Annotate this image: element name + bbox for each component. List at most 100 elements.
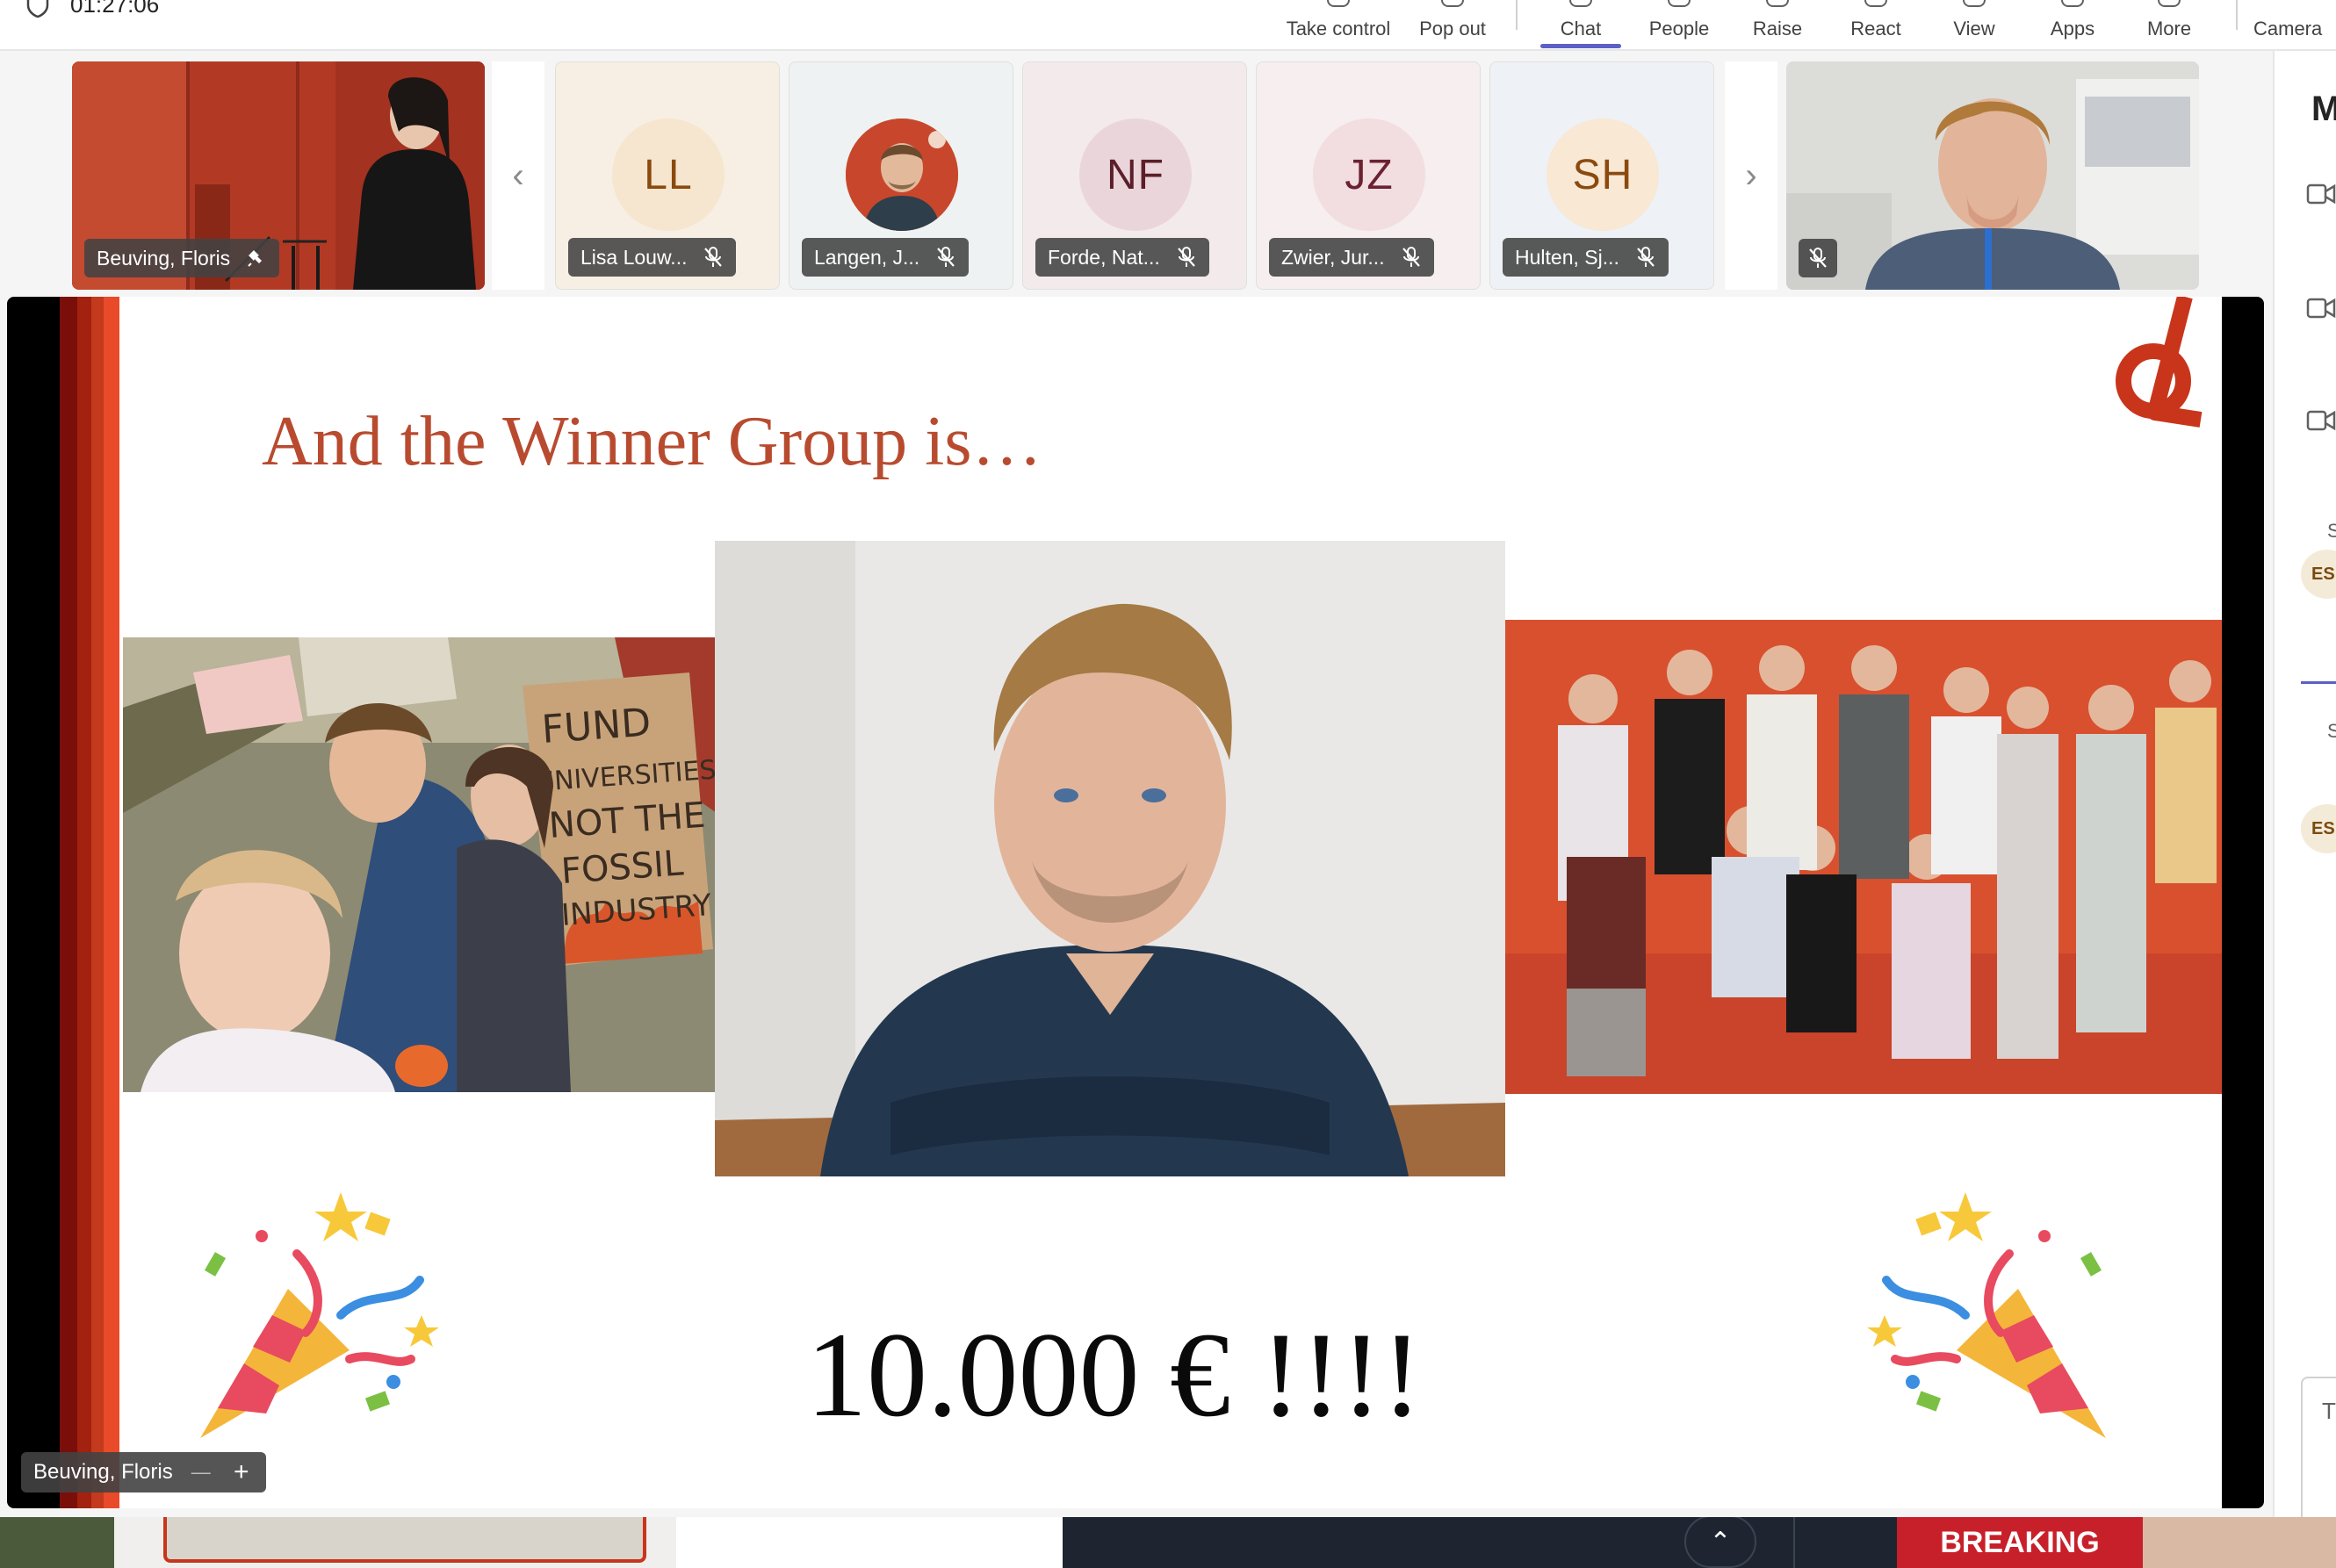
mic-off-icon bbox=[1178, 247, 1195, 267]
panel-heading: M bbox=[2311, 90, 2336, 129]
participant-tile[interactable]: SH Hulten, Sj... bbox=[1489, 61, 1714, 290]
panel-letter-s: S bbox=[2327, 720, 2336, 743]
apps-icon bbox=[2061, 0, 2084, 7]
protest-photo-image: FUND UNIVERSITIES NOT THE FOSSIL INDUSTR… bbox=[123, 637, 717, 1092]
avatar: LL bbox=[612, 119, 725, 231]
chat-active-indicator bbox=[1540, 44, 1621, 48]
mic-off-icon bbox=[1402, 247, 1420, 267]
more-button[interactable]: More bbox=[2127, 0, 2211, 51]
toolbar-divider bbox=[2236, 0, 2238, 30]
video-call-icon[interactable] bbox=[2306, 409, 2336, 432]
background-window bbox=[676, 1517, 1063, 1568]
participant-name: Forde, Nat... bbox=[1048, 245, 1160, 269]
participant-name-pill: Hulten, Sj... bbox=[1503, 238, 1669, 277]
poster-line-4: FOSSIL bbox=[559, 843, 685, 892]
zoom-out-button[interactable]: — bbox=[189, 1460, 213, 1485]
pin-icon bbox=[248, 250, 263, 267]
view-label: View bbox=[1953, 18, 1995, 40]
chat-icon bbox=[1569, 0, 1592, 7]
winner-portrait-image bbox=[715, 541, 1505, 1176]
slide-stripe bbox=[60, 297, 77, 1508]
panel-divider bbox=[2301, 681, 2336, 684]
zoom-in-button[interactable]: + bbox=[229, 1457, 254, 1486]
more-icon bbox=[2158, 0, 2181, 7]
university-logo-icon bbox=[2116, 297, 2203, 428]
divider bbox=[1793, 1517, 1795, 1568]
participant-name-pill: Lisa Louw... bbox=[568, 238, 737, 277]
panel-avatar: ES bbox=[2301, 804, 2336, 853]
slide-stripe bbox=[91, 297, 104, 1508]
group-photo-image bbox=[1505, 620, 2222, 1094]
shared-screen: And the Winner Group is… FUND UNIVERSITI… bbox=[7, 297, 2264, 1508]
participant-tile[interactable]: NF Forde, Nat... bbox=[1022, 61, 1247, 290]
background-window bbox=[114, 1517, 676, 1568]
chat-label: Chat bbox=[1560, 18, 1602, 40]
self-mute-pill bbox=[1799, 239, 1837, 277]
meeting-toolbar: 01:27:06 Take control Pop out Chat Peopl… bbox=[0, 0, 2336, 51]
participant-tile[interactable]: LL Lisa Louw... bbox=[555, 61, 780, 290]
take-control-icon bbox=[1327, 0, 1350, 7]
video-call-icon[interactable] bbox=[2306, 297, 2336, 320]
slide-stripe bbox=[104, 297, 119, 1508]
mic-off-icon bbox=[937, 247, 955, 267]
self-video-image bbox=[1786, 61, 2199, 290]
raise-hand-icon bbox=[1766, 0, 1789, 7]
participant-name-pill: Forde, Nat... bbox=[1035, 238, 1209, 277]
mic-off-icon bbox=[704, 247, 723, 267]
participant-name-pill: Zwier, Jur... bbox=[1269, 238, 1434, 277]
participant-name: Zwier, Jur... bbox=[1281, 245, 1385, 269]
people-label: People bbox=[1648, 18, 1710, 40]
participant-tile[interactable]: Langen, J... bbox=[789, 61, 1013, 290]
pinned-video-tile[interactable]: Beuving, Floris bbox=[72, 61, 485, 290]
protest-photo: FUND UNIVERSITIES NOT THE FOSSIL INDUSTR… bbox=[123, 637, 717, 1092]
react-icon bbox=[1864, 0, 1887, 7]
mic-off-icon bbox=[1637, 247, 1655, 267]
compose-box[interactable]: T bbox=[2301, 1377, 2336, 1517]
avatar: JZ bbox=[1313, 119, 1425, 231]
chevron-left-icon: ‹ bbox=[512, 155, 524, 195]
participant-name: Hulten, Sj... bbox=[1515, 245, 1619, 269]
chevron-up-icon[interactable]: ⌃ bbox=[1684, 1517, 1756, 1568]
avatar-photo bbox=[846, 119, 958, 231]
timer-text: 01:27:06 bbox=[70, 0, 160, 18]
pop-out-label: Pop out bbox=[1419, 18, 1486, 40]
slide-title: And the Winner Group is… bbox=[262, 403, 1042, 480]
react-label: React bbox=[1850, 18, 1901, 40]
pop-out-button[interactable]: Pop out bbox=[1409, 0, 1496, 51]
people-button[interactable]: People bbox=[1637, 0, 1721, 51]
react-button[interactable]: React bbox=[1834, 0, 1918, 51]
view-button[interactable]: View bbox=[1932, 0, 2016, 51]
scroll-right-button[interactable]: › bbox=[1725, 61, 1777, 290]
apps-button[interactable]: Apps bbox=[2030, 0, 2115, 51]
background-window bbox=[2143, 1517, 2336, 1568]
thumbnail-strip bbox=[163, 1517, 646, 1563]
video-call-icon[interactable] bbox=[2306, 183, 2336, 205]
avatar: NF bbox=[1079, 119, 1192, 231]
group-photo bbox=[1505, 620, 2222, 1094]
mic-off-icon bbox=[1809, 248, 1827, 268]
pinned-name-pill: Beuving, Floris bbox=[84, 239, 280, 277]
take-control-button[interactable]: Take control bbox=[1279, 0, 1398, 51]
side-panel: M S ES S ES T bbox=[2273, 51, 2336, 1517]
presenter-pill: Beuving, Floris — + bbox=[21, 1452, 266, 1492]
background-window bbox=[0, 1517, 114, 1568]
camera-button[interactable]: Camera bbox=[2253, 0, 2336, 51]
self-video-tile[interactable] bbox=[1786, 61, 2199, 290]
poster-line-1: FUND bbox=[540, 700, 652, 752]
avatar: SH bbox=[1547, 119, 1659, 231]
panel-avatar: ES bbox=[2301, 550, 2336, 599]
raise-hand-button[interactable]: Raise bbox=[1735, 0, 1820, 51]
prize-amount: 10.000 € !!!! bbox=[806, 1307, 1423, 1442]
scroll-left-button[interactable]: ‹ bbox=[492, 61, 544, 290]
breaking-news-banner: BREAKING bbox=[1897, 1517, 2143, 1568]
participant-tile[interactable]: JZ Zwier, Jur... bbox=[1256, 61, 1481, 290]
pinned-name: Beuving, Floris bbox=[97, 246, 231, 270]
view-icon bbox=[1963, 0, 1986, 7]
people-icon bbox=[1668, 0, 1691, 7]
background-desktop: ⌃ BREAKING bbox=[0, 1517, 2336, 1568]
camera-label: Camera bbox=[2253, 18, 2323, 40]
participant-name: Lisa Louw... bbox=[580, 245, 688, 269]
pop-out-icon bbox=[1441, 0, 1464, 7]
more-label: More bbox=[2146, 18, 2192, 40]
chevron-right-icon: › bbox=[1745, 155, 1757, 195]
